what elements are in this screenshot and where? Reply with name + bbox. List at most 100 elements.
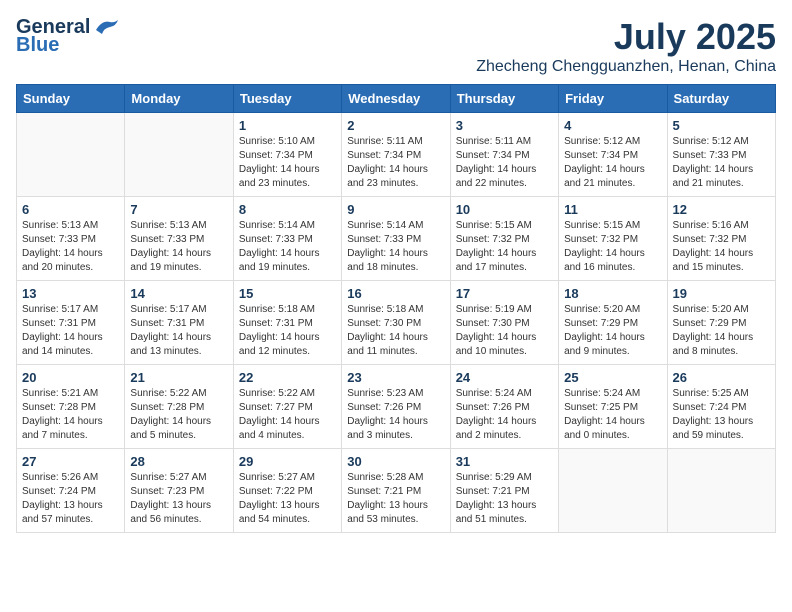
calendar-cell: 8Sunrise: 5:14 AM Sunset: 7:33 PM Daylig… — [233, 197, 341, 281]
day-info: Sunrise: 5:13 AM Sunset: 7:33 PM Dayligh… — [130, 219, 227, 275]
day-info: Sunrise: 5:25 AM Sunset: 7:24 PM Dayligh… — [673, 387, 770, 443]
week-row-3: 13 Sunrise: 5:17 AM Sunset: 7:31 PM Dayli… — [17, 281, 776, 365]
day-info: Sunrise: 5:18 AM Sunset: 7:31 PM Dayligh… — [239, 303, 336, 359]
calendar-cell — [125, 113, 233, 197]
calendar-cell: 14 Sunrise: 5:17 AM Sunset: 7:31 PM Dayli… — [125, 281, 233, 365]
calendar-cell: 31Sunrise: 5:29 AM Sunset: 7:21 PM Dayli… — [450, 449, 558, 533]
calendar-cell: 30 Sunrise: 5:28 AM Sunset: 7:21 PM Dayli… — [342, 449, 450, 533]
day-number: 12 — [673, 202, 770, 217]
day-number: 9 — [347, 202, 444, 217]
day-info: Sunrise: 5:10 AM Sunset: 7:34 PM Dayligh… — [239, 135, 336, 191]
logo-bird-icon — [92, 16, 120, 36]
day-info: Sunrise: 5:11 AM Sunset: 7:34 PM Dayligh… — [347, 135, 444, 191]
day-number: 18 — [564, 286, 661, 301]
calendar-cell — [559, 449, 667, 533]
day-info: Sunrise: 5:22 AM Sunset: 7:27 PM Dayligh… — [239, 387, 336, 443]
day-info: Sunrise: 5:17 AM Sunset: 7:31 PM Dayligh… — [130, 303, 227, 359]
header-thursday: Thursday — [450, 85, 558, 113]
logo-blue: Blue — [16, 34, 59, 56]
day-number: 13 — [22, 286, 119, 301]
day-info: Sunrise: 5:17 AM Sunset: 7:31 PM Dayligh… — [22, 303, 119, 359]
day-info: Sunrise: 5:12 AM Sunset: 7:34 PM Dayligh… — [564, 135, 661, 191]
location-title: Zhecheng Chengguanzhen, Henan, China — [476, 58, 776, 76]
calendar-cell: 29 Sunrise: 5:27 AM Sunset: 7:22 PM Dayli… — [233, 449, 341, 533]
day-number: 3 — [456, 118, 553, 133]
header-saturday: Saturday — [667, 85, 775, 113]
day-info: Sunrise: 5:19 AM Sunset: 7:30 PM Dayligh… — [456, 303, 553, 359]
calendar-cell: 25Sunrise: 5:24 AM Sunset: 7:25 PM Dayli… — [559, 365, 667, 449]
day-info: Sunrise: 5:28 AM Sunset: 7:21 PM Dayligh… — [347, 471, 444, 527]
calendar-cell: 16Sunrise: 5:18 AM Sunset: 7:30 PM Dayli… — [342, 281, 450, 365]
calendar-cell: 2 Sunrise: 5:11 AM Sunset: 7:34 PM Daylig… — [342, 113, 450, 197]
day-info: Sunrise: 5:12 AM Sunset: 7:33 PM Dayligh… — [673, 135, 770, 191]
day-info: Sunrise: 5:14 AM Sunset: 7:33 PM Dayligh… — [347, 219, 444, 275]
calendar-cell: 26 Sunrise: 5:25 AM Sunset: 7:24 PM Dayli… — [667, 365, 775, 449]
day-number: 11 — [564, 202, 661, 217]
calendar-cell: 1 Sunrise: 5:10 AM Sunset: 7:34 PM Daylig… — [233, 113, 341, 197]
day-info: Sunrise: 5:14 AM Sunset: 7:33 PM Dayligh… — [239, 219, 336, 275]
day-info: Sunrise: 5:13 AM Sunset: 7:33 PM Dayligh… — [22, 219, 119, 275]
day-number: 22 — [239, 370, 336, 385]
calendar-header-row: SundayMondayTuesdayWednesdayThursdayFrid… — [17, 85, 776, 113]
calendar-cell: 3 Sunrise: 5:11 AM Sunset: 7:34 PM Daylig… — [450, 113, 558, 197]
day-number: 29 — [239, 454, 336, 469]
calendar-cell: 21 Sunrise: 5:22 AM Sunset: 7:28 PM Dayli… — [125, 365, 233, 449]
day-number: 26 — [673, 370, 770, 385]
calendar-cell: 17 Sunrise: 5:19 AM Sunset: 7:30 PM Dayli… — [450, 281, 558, 365]
header-monday: Monday — [125, 85, 233, 113]
calendar-cell: 9 Sunrise: 5:14 AM Sunset: 7:33 PM Daylig… — [342, 197, 450, 281]
day-number: 19 — [673, 286, 770, 301]
calendar-cell: 28Sunrise: 5:27 AM Sunset: 7:23 PM Dayli… — [125, 449, 233, 533]
day-number: 24 — [456, 370, 553, 385]
day-info: Sunrise: 5:24 AM Sunset: 7:26 PM Dayligh… — [456, 387, 553, 443]
day-info: Sunrise: 5:20 AM Sunset: 7:29 PM Dayligh… — [673, 303, 770, 359]
day-info: Sunrise: 5:29 AM Sunset: 7:21 PM Dayligh… — [456, 471, 553, 527]
calendar-cell: 11 Sunrise: 5:15 AM Sunset: 7:32 PM Dayli… — [559, 197, 667, 281]
header-wednesday: Wednesday — [342, 85, 450, 113]
day-info: Sunrise: 5:24 AM Sunset: 7:25 PM Dayligh… — [564, 387, 661, 443]
calendar-cell: 5 Sunrise: 5:12 AM Sunset: 7:33 PM Daylig… — [667, 113, 775, 197]
calendar-cell: 13 Sunrise: 5:17 AM Sunset: 7:31 PM Dayli… — [17, 281, 125, 365]
day-number: 6 — [22, 202, 119, 217]
header-friday: Friday — [559, 85, 667, 113]
day-number: 7 — [130, 202, 227, 217]
page-header: General Blue July 2025 Zhecheng Chenggua… — [16, 16, 776, 76]
day-number: 21 — [130, 370, 227, 385]
calendar-table: SundayMondayTuesdayWednesdayThursdayFrid… — [16, 84, 776, 533]
calendar-cell: 6 Sunrise: 5:13 AM Sunset: 7:33 PM Daylig… — [17, 197, 125, 281]
day-info: Sunrise: 5:22 AM Sunset: 7:28 PM Dayligh… — [130, 387, 227, 443]
day-number: 23 — [347, 370, 444, 385]
calendar-cell: 23 Sunrise: 5:23 AM Sunset: 7:26 PM Dayli… — [342, 365, 450, 449]
calendar-cell: 20Sunrise: 5:21 AM Sunset: 7:28 PM Dayli… — [17, 365, 125, 449]
day-number: 17 — [456, 286, 553, 301]
day-info: Sunrise: 5:27 AM Sunset: 7:23 PM Dayligh… — [130, 471, 227, 527]
day-number: 5 — [673, 118, 770, 133]
day-number: 14 — [130, 286, 227, 301]
header-tuesday: Tuesday — [233, 85, 341, 113]
calendar-cell: 15Sunrise: 5:18 AM Sunset: 7:31 PM Dayli… — [233, 281, 341, 365]
calendar-cell: 24 Sunrise: 5:24 AM Sunset: 7:26 PM Dayli… — [450, 365, 558, 449]
day-number: 30 — [347, 454, 444, 469]
day-info: Sunrise: 5:23 AM Sunset: 7:26 PM Dayligh… — [347, 387, 444, 443]
week-row-4: 20Sunrise: 5:21 AM Sunset: 7:28 PM Dayli… — [17, 365, 776, 449]
week-row-5: 27 Sunrise: 5:26 AM Sunset: 7:24 PM Dayli… — [17, 449, 776, 533]
day-info: Sunrise: 5:16 AM Sunset: 7:32 PM Dayligh… — [673, 219, 770, 275]
day-info: Sunrise: 5:11 AM Sunset: 7:34 PM Dayligh… — [456, 135, 553, 191]
day-info: Sunrise: 5:15 AM Sunset: 7:32 PM Dayligh… — [456, 219, 553, 275]
day-info: Sunrise: 5:21 AM Sunset: 7:28 PM Dayligh… — [22, 387, 119, 443]
day-info: Sunrise: 5:15 AM Sunset: 7:32 PM Dayligh… — [564, 219, 661, 275]
calendar-cell: 18Sunrise: 5:20 AM Sunset: 7:29 PM Dayli… — [559, 281, 667, 365]
day-info: Sunrise: 5:26 AM Sunset: 7:24 PM Dayligh… — [22, 471, 119, 527]
calendar-cell — [667, 449, 775, 533]
calendar-cell: 27 Sunrise: 5:26 AM Sunset: 7:24 PM Dayli… — [17, 449, 125, 533]
day-number: 27 — [22, 454, 119, 469]
day-number: 1 — [239, 118, 336, 133]
day-number: 2 — [347, 118, 444, 133]
calendar-cell: 10Sunrise: 5:15 AM Sunset: 7:32 PM Dayli… — [450, 197, 558, 281]
title-area: July 2025 Zhecheng Chengguanzhen, Henan,… — [476, 16, 776, 76]
calendar-cell: 7 Sunrise: 5:13 AM Sunset: 7:33 PM Daylig… — [125, 197, 233, 281]
header-sunday: Sunday — [17, 85, 125, 113]
month-title: July 2025 — [476, 16, 776, 58]
week-row-2: 6 Sunrise: 5:13 AM Sunset: 7:33 PM Daylig… — [17, 197, 776, 281]
day-info: Sunrise: 5:27 AM Sunset: 7:22 PM Dayligh… — [239, 471, 336, 527]
